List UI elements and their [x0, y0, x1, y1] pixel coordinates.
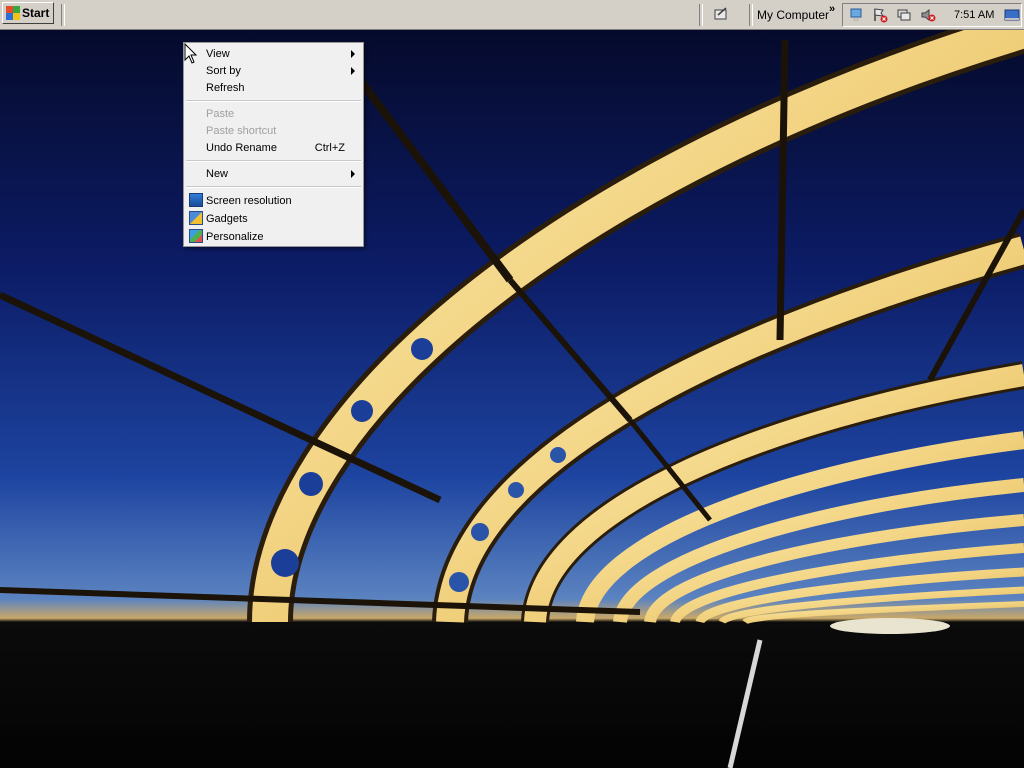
menu-item-gadgets[interactable]: Gadgets: [186, 210, 361, 227]
menu-item-undo-rename[interactable]: Undo Rename Ctrl+Z: [186, 139, 361, 156]
gadgets-icon: [189, 211, 203, 225]
desktop[interactable]: [0, 0, 1024, 768]
clock[interactable]: 7:51 AM: [954, 9, 994, 21]
screen-resolution-icon: [189, 193, 203, 207]
system-tray: 7:51 AM: [842, 3, 1022, 27]
menu-item-label: Personalize: [206, 230, 264, 243]
network-icon[interactable]: [848, 7, 864, 23]
menu-item-label: Sort by: [206, 64, 241, 77]
menu-item-shortcut: Ctrl+Z: [314, 141, 345, 154]
menu-item-refresh[interactable]: Refresh: [186, 79, 361, 96]
menu-item-screen-resolution[interactable]: Screen resolution: [186, 192, 361, 209]
menu-item-label: Refresh: [206, 81, 245, 94]
volume-muted-icon[interactable]: [920, 7, 936, 23]
toolbar-overflow-chevron-icon[interactable]: »: [829, 3, 835, 15]
menu-item-new[interactable]: New: [186, 165, 361, 182]
network-disconnected-icon[interactable]: [896, 7, 912, 23]
desktop-context-menu: View Sort by Refresh Paste Paste shortcu…: [183, 42, 364, 247]
start-label: Start: [22, 6, 50, 20]
my-computer-toolbar[interactable]: My Computer: [757, 8, 829, 22]
action-center-flag-icon[interactable]: [872, 7, 888, 23]
menu-item-label: New: [206, 167, 229, 180]
show-desktop-icon[interactable]: [1004, 7, 1020, 23]
taskbar: Start My Computer » 7:51 AM: [0, 0, 1024, 30]
menu-item-view[interactable]: View: [186, 45, 361, 62]
menu-item-label: Screen resolution: [206, 194, 292, 207]
mouse-cursor-icon: [184, 43, 198, 64]
taskbar-grip[interactable]: [749, 4, 753, 26]
menu-item-personalize[interactable]: Personalize: [186, 228, 361, 245]
menu-item-label: Undo Rename: [206, 141, 277, 154]
submenu-arrow-icon: [351, 170, 355, 178]
menu-item-label: Paste: [206, 107, 235, 120]
menu-item-label: View: [206, 47, 230, 60]
menu-item-paste-shortcut[interactable]: Paste shortcut: [186, 122, 361, 139]
start-button[interactable]: Start: [2, 2, 54, 24]
windows-logo-icon: [6, 6, 20, 20]
show-desktop-icon[interactable]: [713, 6, 729, 22]
wallpaper-bridge-image: [0, 0, 1024, 768]
menu-separator: [186, 186, 361, 188]
menu-separator: [186, 100, 361, 102]
menu-item-label: Gadgets: [206, 212, 248, 225]
menu-item-sort-by[interactable]: Sort by: [186, 62, 361, 79]
menu-item-paste[interactable]: Paste: [186, 105, 361, 122]
menu-item-label: Paste shortcut: [206, 124, 277, 137]
submenu-arrow-icon: [351, 67, 355, 75]
taskbar-grip[interactable]: [699, 4, 703, 26]
menu-separator: [186, 160, 361, 162]
taskbar-grip[interactable]: [61, 4, 65, 26]
personalize-icon: [189, 229, 203, 243]
submenu-arrow-icon: [351, 50, 355, 58]
